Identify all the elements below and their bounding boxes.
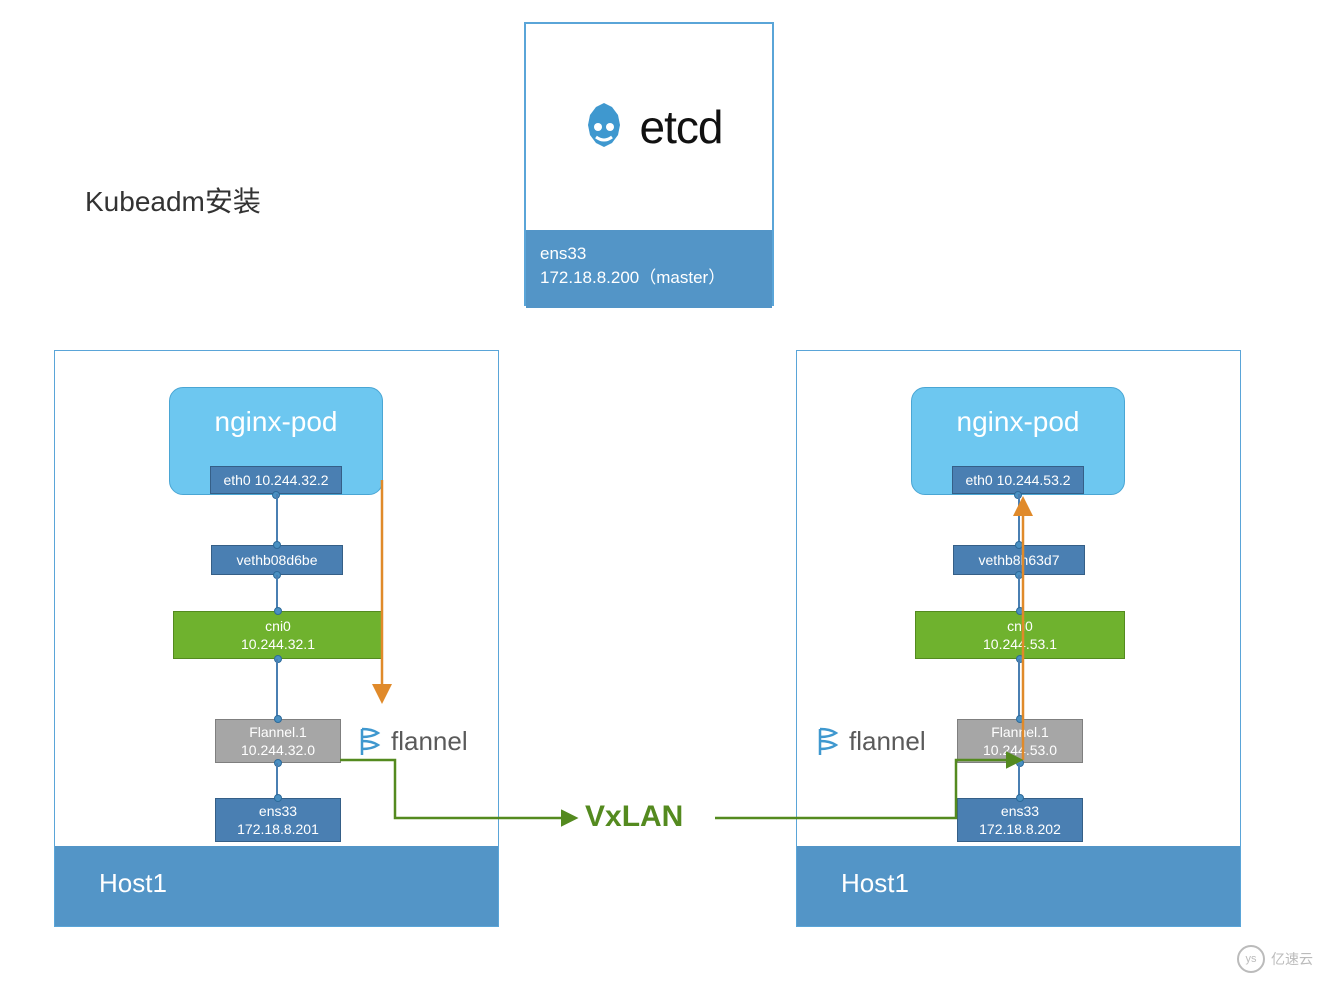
link-line: [276, 659, 278, 719]
link-line: [276, 763, 278, 798]
pod-name: nginx-pod: [170, 388, 382, 438]
link-line: [1018, 494, 1020, 545]
flannel-icon: [815, 727, 841, 757]
master-node: etcd ens33 172.18.8.200（master）: [524, 22, 774, 306]
flannel-brand-text: flannel: [849, 726, 926, 757]
link-line: [1018, 659, 1020, 719]
watermark: ys 亿速云: [1237, 945, 1313, 973]
pod-eth0: eth0 10.244.53.2: [952, 466, 1084, 494]
link-line: [276, 575, 278, 611]
flannel-brand-text: flannel: [391, 726, 468, 757]
cni-box: cni0 10.244.32.1: [173, 611, 383, 659]
host-label: Host1: [55, 846, 498, 926]
pod-eth0: eth0 10.244.32.2: [210, 466, 342, 494]
ens-box: ens33 172.18.8.202: [957, 798, 1083, 842]
veth-box: vethb08d6be: [211, 545, 343, 575]
pod-name: nginx-pod: [912, 388, 1124, 438]
watermark-text: 亿速云: [1271, 949, 1313, 969]
flannel-brand: flannel: [357, 726, 468, 757]
flannel-box: Flannel.1 10.244.53.0: [957, 719, 1083, 763]
pod-box: nginx-pod eth0 10.244.53.2: [911, 387, 1125, 495]
cni-ip: 10.244.53.1: [983, 635, 1057, 653]
veth-label: vethb8h63d7: [979, 551, 1060, 569]
flannel-ip: 10.244.32.0: [241, 741, 315, 759]
cni-name: cni0: [1007, 617, 1033, 635]
host-label: Host1: [797, 846, 1240, 926]
host1: nginx-pod eth0 10.244.32.2 vethb08d6be c…: [54, 350, 499, 927]
ens-box: ens33 172.18.8.201: [215, 798, 341, 842]
etcd-text: etcd: [640, 100, 723, 154]
flannel-box: Flannel.1 10.244.32.0: [215, 719, 341, 763]
ens-ip: 172.18.8.201: [237, 820, 319, 838]
pod-box: nginx-pod eth0 10.244.32.2: [169, 387, 383, 495]
flannel-name: Flannel.1: [249, 723, 307, 741]
flannel-icon: [357, 727, 383, 757]
cni-ip: 10.244.32.1: [241, 635, 315, 653]
flannel-brand: flannel: [815, 726, 926, 757]
watermark-icon: ys: [1237, 945, 1265, 973]
cni-box: cni0 10.244.53.1: [915, 611, 1125, 659]
master-footer: ens33 172.18.8.200（master）: [526, 230, 772, 308]
link-line: [1018, 763, 1020, 798]
veth-box: vethb8h63d7: [953, 545, 1085, 575]
veth-label: vethb08d6be: [237, 551, 318, 569]
ens-ip: 172.18.8.202: [979, 820, 1061, 838]
ens-name: ens33: [1001, 802, 1039, 820]
flannel-name: Flannel.1: [991, 723, 1049, 741]
page-title: Kubeadm安装: [85, 180, 261, 220]
vxlan-label: VxLAN: [585, 800, 683, 834]
link-line: [276, 494, 278, 545]
etcd-icon: [576, 99, 632, 155]
flannel-ip: 10.244.53.0: [983, 741, 1057, 759]
etcd-logo: etcd: [526, 24, 772, 230]
cni-name: cni0: [265, 617, 291, 635]
ens-name: ens33: [259, 802, 297, 820]
master-ip: 172.18.8.200（master）: [540, 266, 758, 290]
host2: nginx-pod eth0 10.244.53.2 vethb8h63d7 c…: [796, 350, 1241, 927]
master-iface: ens33: [540, 242, 758, 266]
link-line: [1018, 575, 1020, 611]
